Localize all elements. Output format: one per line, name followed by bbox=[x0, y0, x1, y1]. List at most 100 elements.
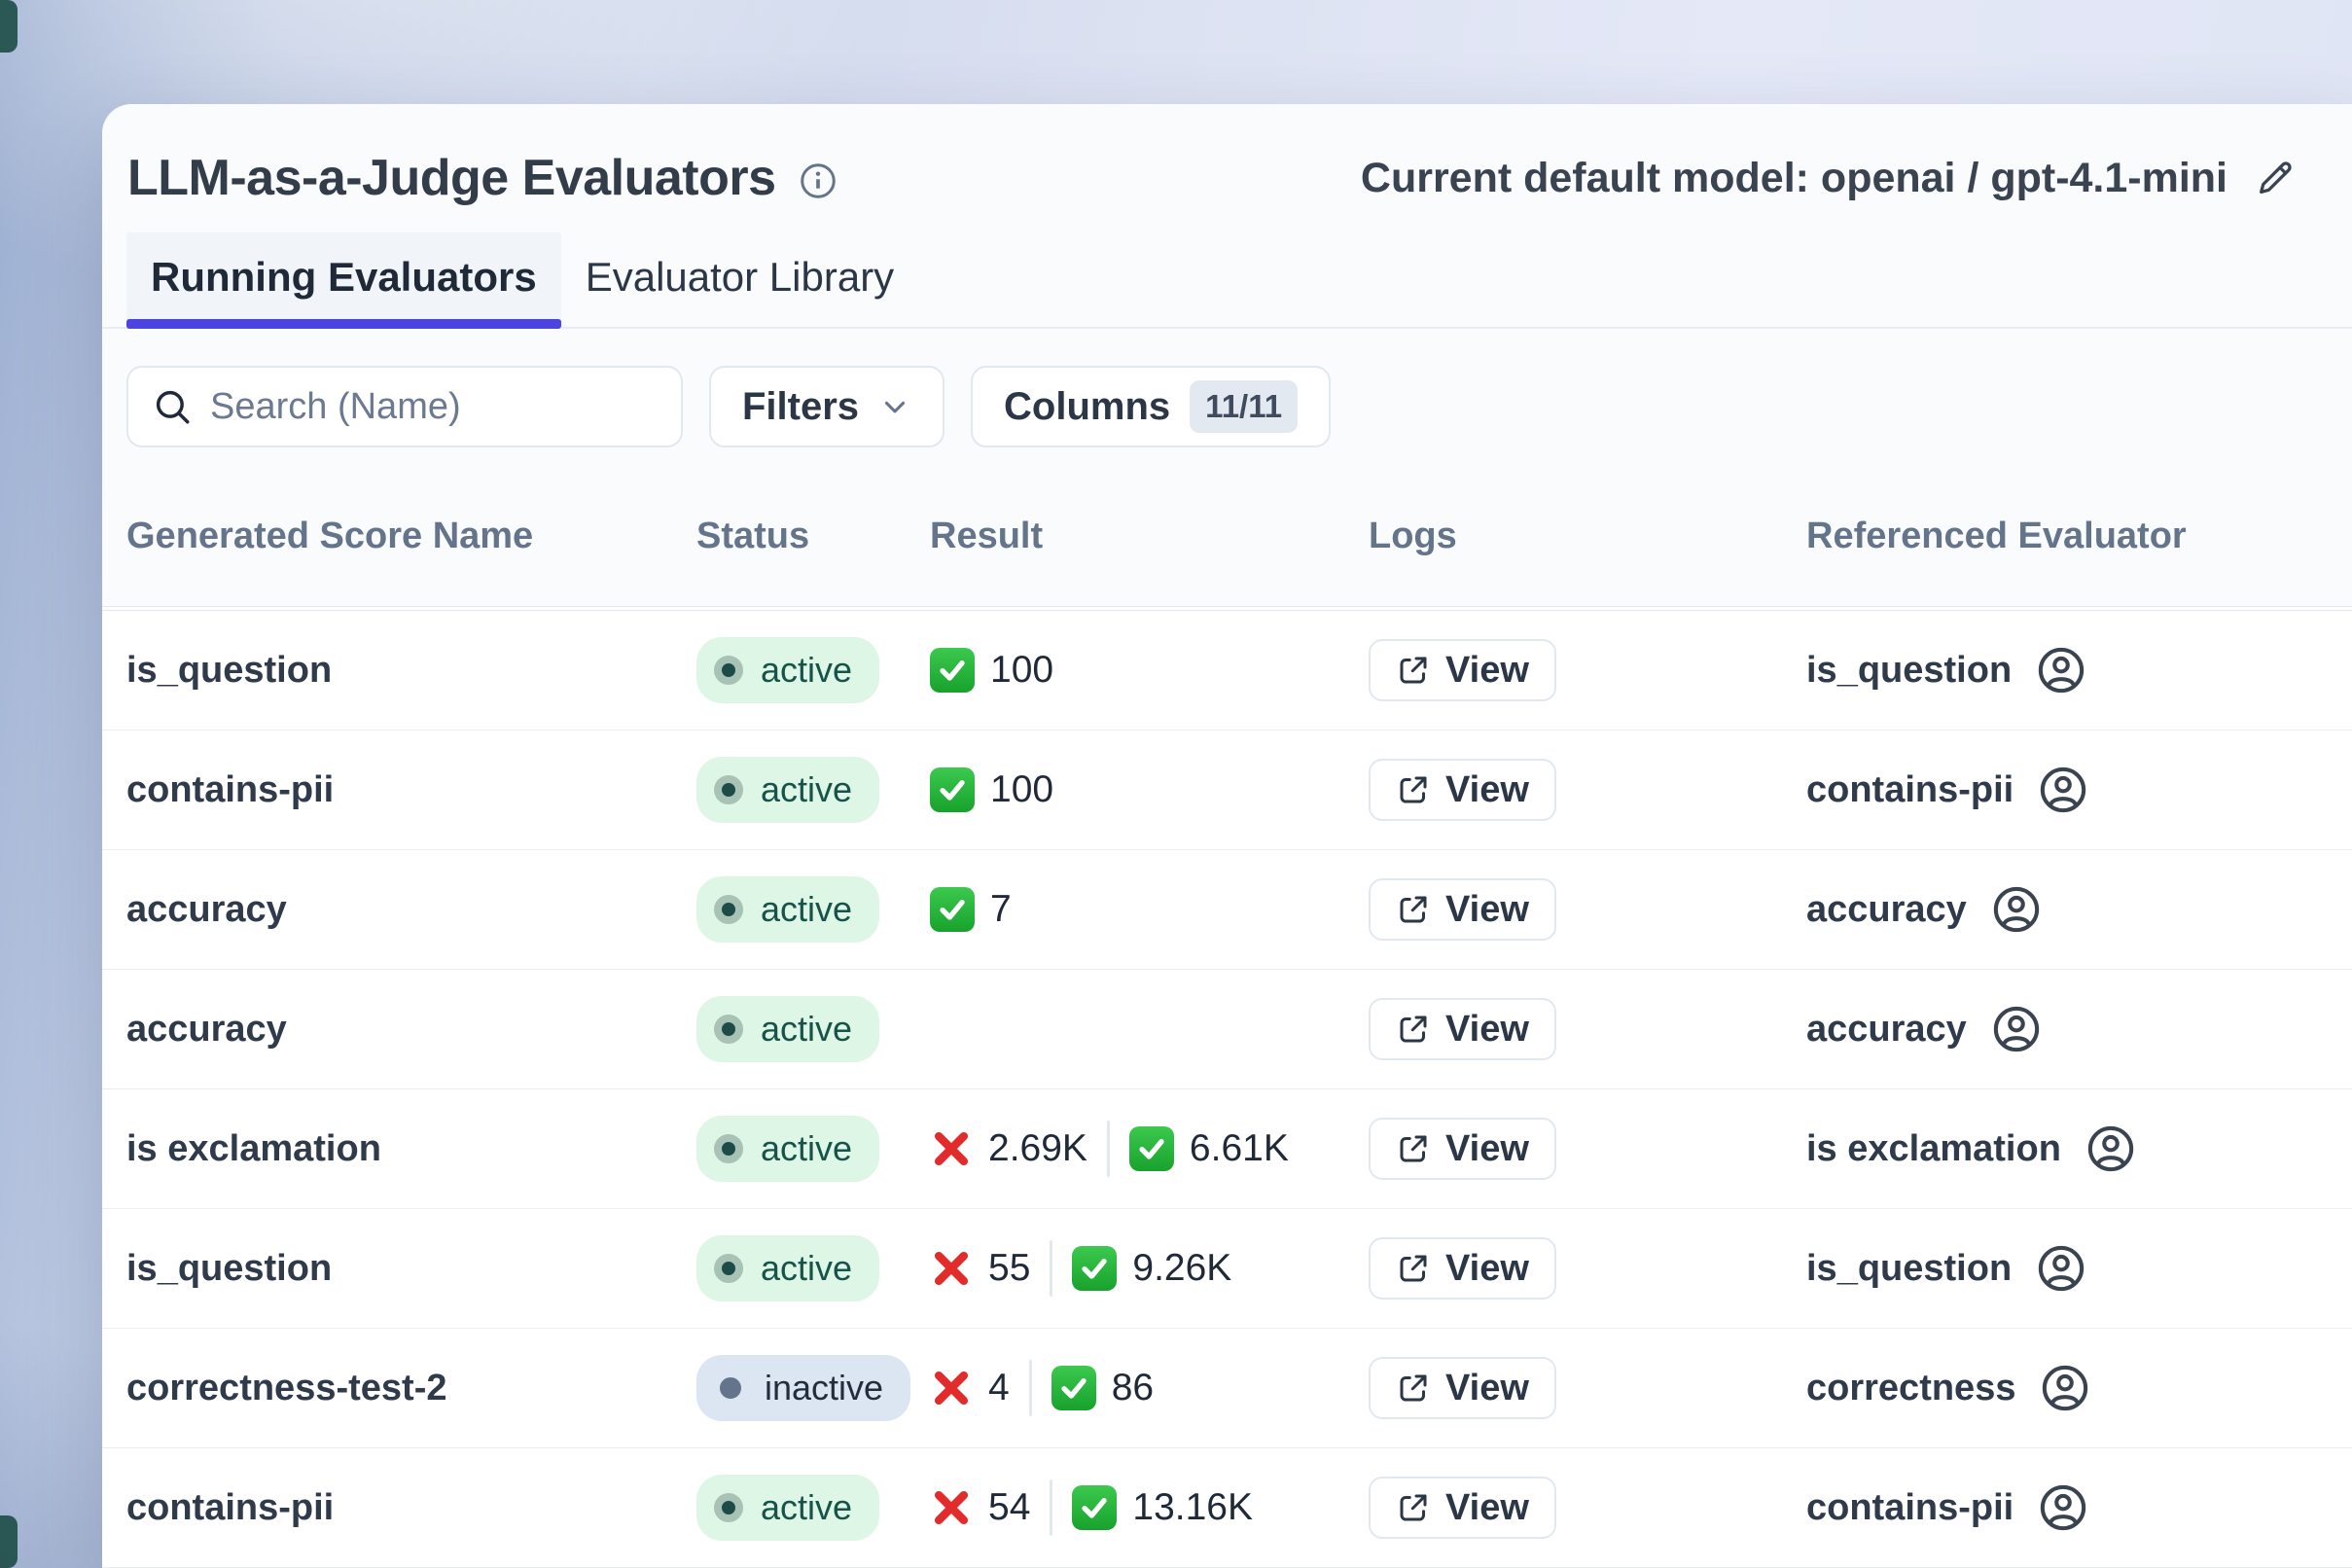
referenced-evaluator-name: is_question bbox=[1806, 650, 2012, 692]
fail-x-icon bbox=[930, 1367, 973, 1409]
evaluators-panel: LLM-as-a-Judge Evaluators Current defaul… bbox=[102, 104, 2352, 1568]
fail-x-icon bbox=[930, 1247, 973, 1290]
score-name: correctness-test-2 bbox=[126, 1368, 446, 1409]
view-label: View bbox=[1445, 1128, 1529, 1170]
view-logs-button[interactable]: View bbox=[1369, 998, 1556, 1060]
tab-evaluator-library[interactable]: Evaluator Library bbox=[561, 232, 918, 327]
status-badge: active bbox=[696, 1475, 879, 1541]
status-dot-icon bbox=[714, 775, 743, 804]
status-label: active bbox=[761, 1487, 852, 1528]
score-name: accuracy bbox=[126, 1009, 287, 1051]
column-header-generated-score-name: Generated Score Name bbox=[126, 516, 696, 557]
background-corner-accent-bottom bbox=[0, 1515, 18, 1568]
search-icon bbox=[152, 386, 193, 427]
pass-value: 6.61K bbox=[1190, 1127, 1289, 1170]
status-badge: active bbox=[696, 1116, 879, 1182]
user-icon bbox=[2035, 1242, 2087, 1295]
pass-count: 100 bbox=[930, 767, 1053, 812]
table-row: accuracy active 7 bbox=[102, 850, 2352, 970]
referenced-evaluator-name: is_question bbox=[1806, 1248, 2012, 1290]
fail-count: 2.69K bbox=[930, 1127, 1087, 1170]
background-corner-accent-top bbox=[0, 0, 18, 53]
score-name: is_question bbox=[126, 650, 332, 692]
tab-running-evaluators[interactable]: Running Evaluators bbox=[126, 232, 561, 327]
user-icon bbox=[2039, 1362, 2091, 1414]
referenced-evaluator-name: accuracy bbox=[1806, 1009, 1967, 1051]
column-header-status: Status bbox=[696, 516, 930, 557]
fail-value: 55 bbox=[988, 1247, 1030, 1290]
table-body: is_question active 100 bbox=[102, 611, 2352, 1568]
fail-x-icon bbox=[930, 1486, 973, 1529]
page-title: LLM-as-a-Judge Evaluators bbox=[127, 149, 776, 207]
view-logs-button[interactable]: View bbox=[1369, 878, 1556, 941]
external-link-icon bbox=[1396, 1371, 1431, 1406]
fail-value: 2.69K bbox=[988, 1127, 1087, 1170]
view-logs-button[interactable]: View bbox=[1369, 639, 1556, 701]
view-label: View bbox=[1445, 650, 1529, 692]
search-input[interactable] bbox=[210, 386, 658, 428]
columns-label: Columns bbox=[1004, 385, 1170, 429]
status-dot-icon bbox=[714, 656, 743, 685]
pass-count: 6.61K bbox=[1129, 1126, 1289, 1171]
view-logs-button[interactable]: View bbox=[1369, 759, 1556, 821]
status-badge: active bbox=[696, 876, 879, 943]
score-name: is_question bbox=[126, 1248, 332, 1290]
status-label: active bbox=[761, 1248, 852, 1289]
user-icon bbox=[2037, 1481, 2089, 1534]
pass-count: 86 bbox=[1051, 1366, 1154, 1410]
fail-value: 54 bbox=[988, 1486, 1030, 1529]
pass-check-icon bbox=[1129, 1126, 1174, 1171]
edit-model-icon[interactable] bbox=[2253, 156, 2298, 200]
user-icon bbox=[1990, 883, 2043, 936]
score-name: accuracy bbox=[126, 889, 287, 931]
user-icon bbox=[2085, 1123, 2137, 1175]
user-icon bbox=[2037, 764, 2089, 816]
fail-value: 4 bbox=[988, 1367, 1010, 1409]
column-header-logs: Logs bbox=[1369, 516, 1806, 557]
status-badge: active bbox=[696, 1235, 879, 1301]
result-divider bbox=[1107, 1121, 1110, 1177]
columns-count-badge: 11/11 bbox=[1190, 380, 1298, 433]
referenced-evaluator-name: accuracy bbox=[1806, 889, 1967, 931]
filters-label: Filters bbox=[742, 385, 859, 429]
status-label: inactive bbox=[765, 1368, 883, 1408]
pass-check-icon bbox=[1051, 1366, 1096, 1410]
view-logs-button[interactable]: View bbox=[1369, 1477, 1556, 1539]
external-link-icon bbox=[1396, 1251, 1431, 1286]
column-header-result: Result bbox=[930, 516, 1369, 557]
pass-value: 7 bbox=[990, 888, 1012, 931]
external-link-icon bbox=[1396, 653, 1431, 688]
info-icon[interactable] bbox=[798, 160, 838, 201]
view-label: View bbox=[1445, 1009, 1529, 1051]
external-link-icon bbox=[1396, 1131, 1431, 1166]
fail-x-icon bbox=[930, 1127, 973, 1170]
status-dot-icon bbox=[714, 1493, 743, 1522]
column-header-referenced-evaluator: Referenced Evaluator bbox=[1806, 516, 2352, 557]
pass-value: 100 bbox=[990, 649, 1053, 692]
result-divider bbox=[1029, 1360, 1032, 1416]
table-row: accuracy active View accuracy bbox=[102, 970, 2352, 1089]
external-link-icon bbox=[1396, 772, 1431, 807]
status-label: active bbox=[761, 1009, 852, 1050]
user-icon bbox=[2035, 644, 2087, 696]
status-dot-icon bbox=[714, 1254, 743, 1283]
status-badge: active bbox=[696, 757, 879, 823]
view-logs-button[interactable]: View bbox=[1369, 1357, 1556, 1419]
external-link-icon bbox=[1396, 1012, 1431, 1047]
score-name: contains-pii bbox=[126, 769, 334, 811]
default-model-value: openai / gpt-4.1-mini bbox=[1821, 155, 2227, 201]
search-box[interactable] bbox=[126, 366, 683, 447]
pass-count: 13.16K bbox=[1072, 1485, 1253, 1530]
pass-value: 9.26K bbox=[1132, 1247, 1231, 1290]
status-dot-icon bbox=[714, 895, 743, 924]
referenced-evaluator-name: correctness bbox=[1806, 1368, 2015, 1409]
view-label: View bbox=[1445, 1487, 1529, 1529]
pass-value: 13.16K bbox=[1132, 1486, 1253, 1529]
columns-button[interactable]: Columns 11/11 bbox=[971, 366, 1331, 447]
fail-count: 54 bbox=[930, 1486, 1030, 1529]
table-row: contains-pii active 54 bbox=[102, 1448, 2352, 1568]
score-name: contains-pii bbox=[126, 1487, 334, 1529]
filters-button[interactable]: Filters bbox=[709, 366, 944, 447]
view-logs-button[interactable]: View bbox=[1369, 1118, 1556, 1180]
view-logs-button[interactable]: View bbox=[1369, 1237, 1556, 1300]
